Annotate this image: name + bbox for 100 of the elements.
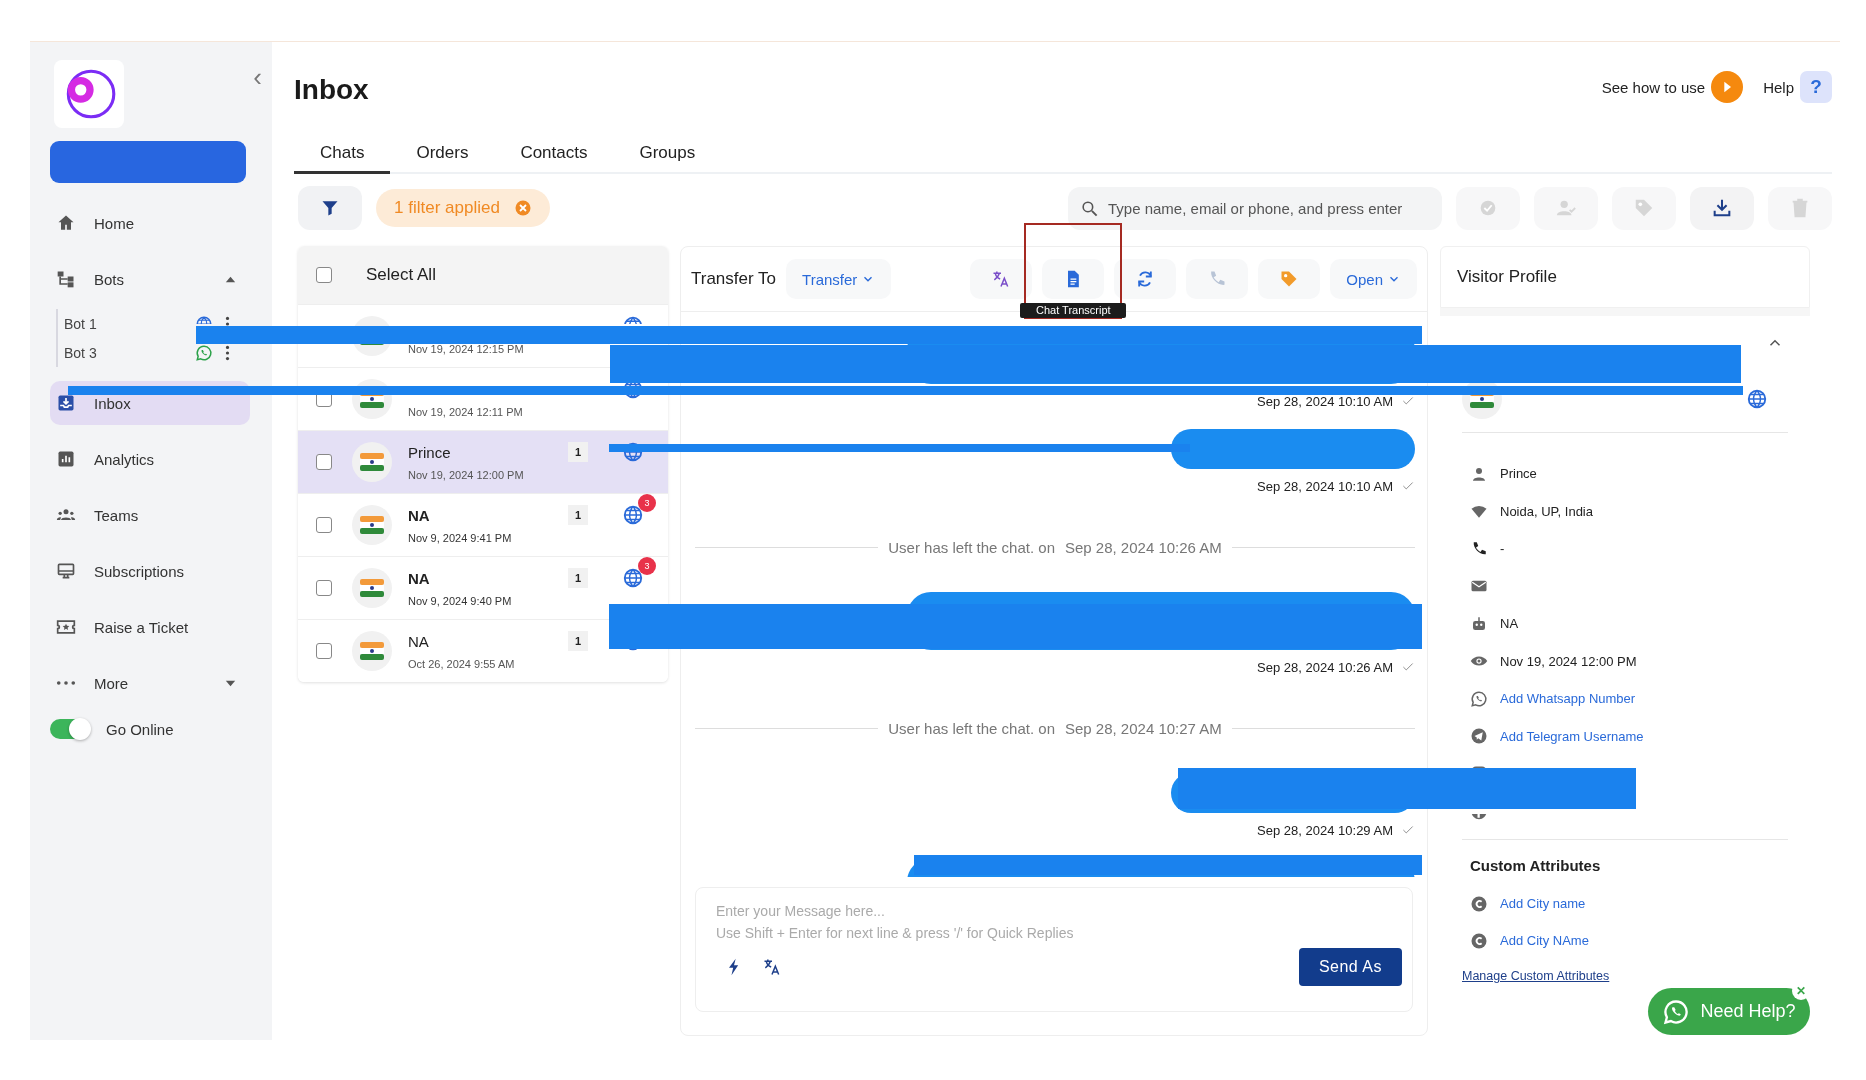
- monitor-icon: [56, 561, 76, 581]
- unread-badge: 3: [638, 494, 656, 512]
- add-link[interactable]: Add City NAme: [1500, 933, 1589, 948]
- globe-icon: [1746, 388, 1768, 410]
- play-icon[interactable]: [1711, 71, 1744, 103]
- whatsapp-icon: [1662, 997, 1691, 1026]
- status-dropdown[interactable]: Open: [1330, 259, 1417, 299]
- whatsapp-icon: [1470, 689, 1488, 708]
- detail-text: Prince: [1500, 466, 1537, 482]
- system-message: User has left the chat. on: [888, 538, 1055, 556]
- chat-date: Nov 19, 2024 12:11 PM: [408, 405, 524, 418]
- chat-row[interactable]: NA Nov 9, 2024 9:40 PM 1 3: [298, 556, 668, 619]
- contact-name: NA: [408, 506, 431, 524]
- tab[interactable]: Chats: [294, 134, 391, 174]
- flag-avatar: [352, 568, 392, 608]
- transfer-dropdown[interactable]: Transfer: [786, 259, 892, 299]
- checkbox[interactable]: [316, 454, 332, 470]
- toggle-label: Go Online: [106, 720, 174, 738]
- message-count: 1: [568, 631, 588, 651]
- logo: [54, 60, 124, 128]
- detail-text: Noida, UP, India: [1500, 503, 1593, 519]
- tick-icon: [1401, 660, 1415, 674]
- tab[interactable]: Groups: [613, 134, 722, 174]
- message-time: Sep 28, 2024 10:29 AM: [1257, 822, 1393, 838]
- tick-icon: [1401, 394, 1415, 408]
- message-time: Sep 28, 2024 10:26 AM: [1257, 659, 1393, 675]
- tick-icon: [1401, 823, 1415, 837]
- transcript-button[interactable]: [1042, 259, 1105, 299]
- message-time: Sep 28, 2024 10:10 AM: [1257, 478, 1393, 494]
- page-title: Inbox: [294, 74, 369, 106]
- chat-date: Nov 19, 2024 12:15 PM: [408, 342, 525, 355]
- help-link[interactable]: Help: [1763, 78, 1794, 96]
- action-button[interactable]: [1690, 186, 1754, 230]
- toggle-switch[interactable]: [50, 719, 90, 739]
- nav-item[interactable]: Analytics: [50, 437, 250, 481]
- flag-avatar: [352, 631, 392, 671]
- add-link[interactable]: Add Telegram Username: [1500, 728, 1644, 744]
- refresh-button[interactable]: [1114, 259, 1177, 299]
- collapse-button[interactable]: ‹: [253, 64, 262, 90]
- more-icon: [56, 680, 76, 686]
- nav-item[interactable]: Teams: [50, 493, 250, 537]
- search-icon: [1080, 198, 1099, 218]
- translate-icon[interactable]: [762, 957, 782, 977]
- tick-icon: [1401, 479, 1415, 493]
- nav-item[interactable]: More: [50, 661, 250, 705]
- message-composer[interactable]: Enter your Message here... Use Shift + Enter for next line & press '/' for Quick Replies Send As: [695, 887, 1413, 1012]
- section-title: Custom Attributes: [1470, 857, 1602, 875]
- kebab-menu-icon[interactable]: [225, 344, 230, 361]
- tab[interactable]: Contacts: [494, 134, 614, 174]
- globe-icon: [622, 567, 644, 589]
- globe-icon: [622, 504, 644, 526]
- select-all-label: Select All: [366, 265, 436, 285]
- detail-text: -: [1500, 541, 1505, 557]
- help-button[interactable]: ?: [1800, 71, 1832, 103]
- chat-row[interactable]: Prince Nov 19, 2024 12:00 PM 1: [298, 430, 668, 493]
- nav-item[interactable]: Raise a Ticket: [50, 605, 250, 649]
- chat-row[interactable]: NA Nov 9, 2024 9:41 PM 1 3: [298, 493, 668, 556]
- send-button[interactable]: Send As: [1298, 948, 1402, 986]
- whatsapp-icon: [195, 343, 213, 362]
- telegram-icon: [1470, 727, 1488, 746]
- unread-badge: 3: [638, 557, 656, 575]
- system-time: Sep 28, 2024 10:27 AM: [1065, 719, 1222, 737]
- detail-text: Nov 19, 2024 12:00 PM: [1500, 653, 1637, 669]
- chat-date: Nov 9, 2024 9:41 PM: [408, 531, 513, 544]
- checkbox[interactable]: [316, 517, 332, 533]
- tab[interactable]: Orders: [390, 134, 495, 174]
- flowchart-icon: [56, 269, 76, 289]
- flag-avatar: [352, 442, 392, 482]
- checkbox[interactable]: [316, 643, 332, 659]
- bar-chart-icon: [56, 449, 76, 469]
- checkbox[interactable]: [316, 267, 332, 283]
- add-link[interactable]: Add Whatsapp Number: [1500, 691, 1636, 707]
- filter-button[interactable]: [298, 186, 362, 230]
- c-letter-icon: [1470, 894, 1488, 913]
- chat-date: Oct 26, 2024 9:55 AM: [408, 657, 516, 670]
- manage-link[interactable]: Manage Custom Attributes: [1462, 969, 1788, 983]
- globe-icon: [195, 314, 213, 325]
- clear-icon[interactable]: [513, 199, 532, 217]
- c-letter-icon: [1470, 931, 1488, 950]
- inbox-icon: [56, 393, 76, 413]
- message-count: 1: [568, 442, 588, 462]
- nav-item[interactable]: Home: [50, 201, 250, 245]
- add-link[interactable]: Add City name: [1500, 896, 1586, 911]
- caret-up-icon: [225, 275, 236, 283]
- filter-chip-label: 1 filter applied: [394, 198, 500, 218]
- bot-item[interactable]: Bot 1: [64, 315, 187, 332]
- how-to-link[interactable]: See how to use: [1601, 78, 1706, 96]
- message-time: Sep 28, 2024 10:10 AM: [1257, 393, 1393, 409]
- checkbox[interactable]: [316, 580, 332, 596]
- tag-button[interactable]: [1258, 259, 1321, 299]
- nav-item[interactable]: Bots: [50, 257, 250, 301]
- bot-item[interactable]: Bot 3: [64, 344, 187, 361]
- transfer-label: Transfer To: [691, 269, 777, 289]
- robot-icon: [1470, 614, 1488, 633]
- translate-button[interactable]: [970, 259, 1033, 299]
- nav-item[interactable]: Subscriptions: [50, 549, 250, 593]
- tooltip: Chat Transcript: [1020, 303, 1127, 318]
- chat-date: Nov 9, 2024 9:40 PM: [408, 594, 513, 607]
- search-field[interactable]: Type name, email or phone, and press enter: [1068, 186, 1442, 230]
- system-message: User has left the chat. on: [888, 719, 1055, 737]
